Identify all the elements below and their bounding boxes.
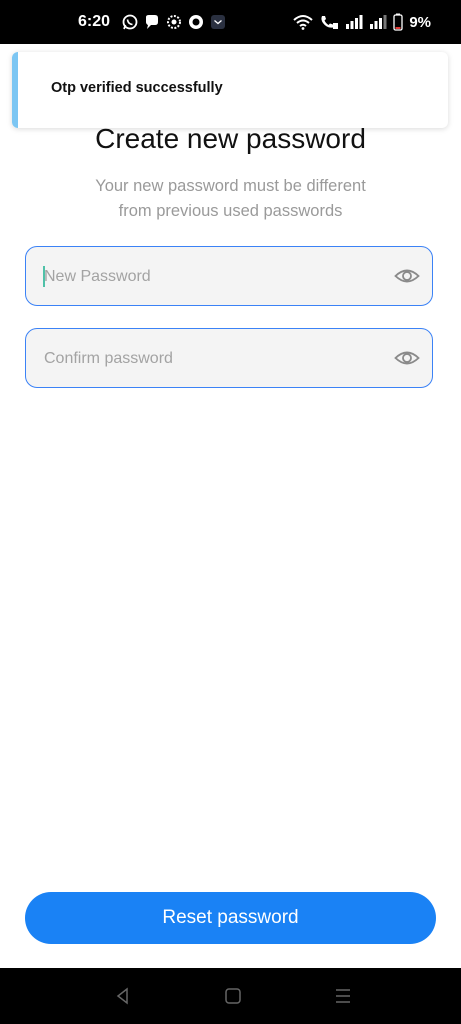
mail-icon: [211, 15, 226, 29]
status-right: 9%: [293, 0, 431, 44]
reset-password-button[interactable]: Reset password: [25, 892, 436, 944]
new-password-field[interactable]: [25, 246, 433, 306]
new-password-input[interactable]: [42, 247, 386, 306]
chat-icon: [146, 15, 159, 29]
volte-call-icon: [321, 16, 339, 29]
navigation-bar: [0, 968, 461, 1024]
confirm-password-input[interactable]: [42, 329, 386, 388]
wifi-icon: [293, 15, 313, 30]
toast-accent-bar: [12, 52, 18, 128]
signal-icon: [370, 15, 387, 29]
page-title: Create new password: [95, 123, 366, 154]
back-icon[interactable]: [113, 986, 133, 1006]
status-left: 6:20: [78, 0, 226, 44]
sync-icon: [167, 15, 182, 29]
status-bar: 6:20 9%: [0, 0, 461, 44]
success-toast[interactable]: Otp verified successfully: [12, 52, 448, 128]
subtitle-line: Your new password must be different: [95, 177, 366, 195]
whatsapp-icon: [122, 14, 138, 30]
status-time: 6:20: [78, 13, 111, 30]
subtitle-line: from previous used passwords: [118, 202, 343, 220]
recents-icon[interactable]: [333, 986, 353, 1006]
home-icon[interactable]: [223, 986, 243, 1006]
battery-icon: [393, 13, 403, 31]
signal-icon: [346, 15, 363, 29]
eye-icon[interactable]: [394, 345, 420, 371]
battery-percent: 9%: [409, 13, 431, 31]
confirm-password-field[interactable]: [25, 328, 433, 388]
eye-icon[interactable]: [394, 263, 420, 289]
page-subtitle: Your new password must be different from…: [60, 174, 401, 224]
toast-message: Otp verified successfully: [51, 80, 223, 96]
record-icon: [189, 15, 204, 29]
